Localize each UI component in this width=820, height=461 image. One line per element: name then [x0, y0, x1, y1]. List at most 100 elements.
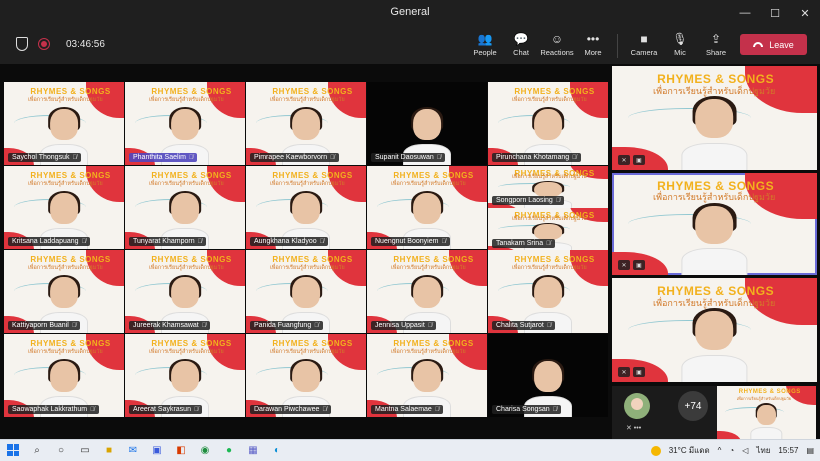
video-feed	[681, 308, 748, 382]
participant-tile[interactable]: RHYMES & SONGSเพื่อการเรียนรู้สำหรับเด็ก…	[125, 82, 245, 165]
slide-brand: RHYMES & SONGS	[272, 86, 353, 96]
edge-icon[interactable]: ◐	[270, 443, 284, 457]
people-label: People	[473, 48, 497, 57]
participant-tile[interactable]: RHYMES & SONGSเพื่อการเรียนรู้สำหรับเด็ก…	[125, 250, 245, 333]
participant-tile[interactable]: RHYMES & SONGSเพื่อการเรียนรู้สำหรับเด็ก…	[367, 334, 487, 417]
person-body	[681, 354, 748, 382]
slide-subtitle: เพื่อการเรียนรู้สำหรับเด็กปฐมวัย	[270, 97, 345, 104]
participant-tile[interactable]: RHYMES & SONGSเพื่อการเรียนรู้สำหรับเด็ก…	[488, 166, 608, 208]
person-face	[292, 361, 320, 393]
participant-name: Pirunchana Khotamang 🎙̸	[492, 153, 581, 162]
participant-tile[interactable]: RHYMES & SONGSเพื่อการเรียนรู้สำหรับเด็ก…	[4, 166, 124, 249]
mail-icon[interactable]: ✉	[126, 443, 140, 457]
file-explorer-icon[interactable]: ■	[102, 443, 116, 457]
leave-label: Leave	[769, 39, 794, 50]
participant-tile[interactable]: RHYMES & SONGSเพื่อการเรียนรู้สำหรับเด็ก…	[125, 166, 245, 249]
participant-tile[interactable]: RHYMES & SONGSเพื่อการเรียนรู้สำหรับเด็ก…	[246, 82, 366, 165]
participant-tile[interactable]: RHYMES & SONGSเพื่อการเรียนรู้สำหรับเด็ก…	[125, 334, 245, 417]
participant-name-text: Mantna Salaemae	[375, 406, 432, 413]
participant-tile[interactable]: RHYMES & SONGSเพื่อการเรียนรู้สำหรับเด็ก…	[4, 82, 124, 165]
mic-off-icon: 🎙̸	[72, 154, 77, 161]
overflow-participants[interactable]: +74 ✕ •••	[612, 386, 717, 439]
tile-controls: ✕ ▣	[618, 260, 645, 270]
clock[interactable]: 15:57	[778, 446, 798, 455]
share-label: Share	[705, 48, 726, 57]
windows-start-icon[interactable]	[6, 443, 20, 457]
shield-icon[interactable]	[16, 37, 28, 51]
weather-text[interactable]: 31°C มีแดด	[669, 444, 710, 457]
participant-tile[interactable]: RHYMES & SONGSเพื่อการเรียนรู้สำหรับเด็ก…	[4, 250, 124, 333]
mic-button[interactable]: 🎙 Mic	[662, 30, 698, 60]
tile-controls: ✕ ▣	[618, 367, 645, 377]
video-feed	[681, 202, 748, 275]
participant-tile[interactable]: RHYMES & SONGSเพื่อการเรียนรู้สำหรับเด็ก…	[367, 82, 487, 165]
video-stage: +74 ✕ ••• RHYMES & SONGS เพื่อการเรียนรู้…	[0, 64, 820, 439]
notification-icon[interactable]: ▤	[806, 446, 814, 455]
wifi-icon[interactable]: ◔	[729, 446, 734, 455]
participant-name: Songporn Laosing 🎙̸	[492, 196, 565, 205]
mic-off-icon: 🎙̸	[552, 406, 558, 413]
more-participants-count[interactable]: +74	[678, 391, 708, 421]
people-button[interactable]: 👥 People	[467, 30, 503, 60]
participant-tile[interactable]: RHYMES & SONGSเพื่อการเรียนรู้สำหรับเด็ก…	[488, 250, 608, 333]
avatar[interactable]	[624, 393, 650, 419]
participant-name: Aungkhana Kladyoo 🎙̸	[250, 237, 329, 246]
participant-tile[interactable]: RHYMES & SONGSเพื่อการเรียนรู้สำหรับเด็ก…	[367, 250, 487, 333]
person-face	[695, 205, 734, 244]
language-indicator[interactable]: ไทย	[756, 444, 770, 457]
pinned-participant-tile[interactable]: RHYMES & SONGS เพื่อการเรียนรู้สำหรับเด็ก…	[612, 278, 817, 382]
pinned-participant-tile[interactable]: RHYMES & SONGS เพื่อการเรียนรู้สำหรับเด็ก…	[612, 66, 817, 170]
more-button[interactable]: ••• More	[575, 30, 611, 60]
person-face	[757, 404, 776, 425]
participant-tile[interactable]: RHYMES & SONGSเพื่อการเรียนรู้สำหรับเด็ก…	[246, 166, 366, 249]
participant-tile[interactable]: RHYMES & SONGSเพื่อการเรียนรู้สำหรับเด็ก…	[367, 166, 487, 249]
meeting-toolbar: 03:46:56 👥 People 💬 Chat ☺ Reactions •••…	[0, 26, 820, 64]
office-icon[interactable]: ◧	[174, 443, 188, 457]
reactions-button[interactable]: ☺ Reactions	[539, 30, 575, 60]
mic-label: Mic	[674, 48, 686, 57]
slide-subtitle: เพื่อการเรียนรู้สำหรับเด็กปฐมวัย	[512, 265, 587, 272]
cortana-icon[interactable]: ○	[54, 443, 68, 457]
slide-brand: RHYMES & SONGS	[151, 86, 232, 96]
participant-tile[interactable]: RHYMES & SONGSเพื่อการเรียนรู้สำหรับเด็ก…	[4, 334, 124, 417]
task-view-icon[interactable]: ▭	[78, 443, 92, 457]
camera-button[interactable]: ■ Camera	[626, 30, 662, 60]
person-face	[292, 193, 320, 225]
recording-icon[interactable]	[38, 38, 50, 50]
slide-subtitle: เพื่อการเรียนรู้สำหรับเด็กปฐมวัย	[270, 265, 345, 272]
leave-button[interactable]: Leave	[740, 34, 807, 55]
participant-tile[interactable]: RHYMES & SONGSเพื่อการเรียนรู้สำหรับเด็ก…	[488, 334, 608, 417]
pinned-participant-tile[interactable]: RHYMES & SONGS เพื่อการเรียนรู้สำหรับเด็ก…	[612, 173, 817, 275]
participant-tile[interactable]: RHYMES & SONGSเพื่อการเรียนรู้สำหรับเด็ก…	[488, 208, 608, 251]
share-button[interactable]: ⇪ Share	[698, 30, 734, 60]
chrome-icon[interactable]: ◉	[198, 443, 212, 457]
spotify-icon[interactable]: ●	[222, 443, 236, 457]
reactions-label: Reactions	[540, 48, 574, 57]
person-body	[750, 426, 783, 439]
slide-subtitle: เพื่อการเรียนรู้สำหรับเด็กปฐมวัย	[736, 396, 792, 401]
search-icon[interactable]: ⌕	[30, 443, 44, 457]
participant-tile[interactable]: RHYMES & SONGSเพื่อการเรียนรู้สำหรับเด็ก…	[246, 334, 366, 417]
tray-chevron-icon[interactable]: ^	[718, 446, 722, 455]
teams-icon[interactable]: ▦	[246, 443, 260, 457]
participant-name: Nuengnut Boonyiem 🎙̸	[371, 237, 450, 246]
people-icon: 👥	[477, 31, 493, 46]
mic-off-icon: 🎙̸	[71, 322, 77, 329]
store-icon[interactable]: ▣	[150, 443, 164, 457]
participant-name-text: Pirunchana Khotamang	[496, 154, 570, 161]
participant-tile[interactable]: RHYMES & SONGSเพื่อการเรียนรู้สำหรับเด็ก…	[488, 82, 608, 165]
slide-subtitle: เพื่อการเรียนรู้สำหรับเด็กปฐมวัย	[149, 97, 224, 104]
person-face	[534, 109, 562, 141]
slide-brand: RHYMES & SONGS	[514, 254, 595, 264]
participant-name-text: Tanakarn Srina	[496, 240, 544, 247]
pinned-participant-tile[interactable]: RHYMES & SONGS เพื่อการเรียนรู้สำหรับเด็ก…	[717, 386, 816, 439]
person-face	[534, 277, 562, 309]
close-button[interactable]: ✕	[790, 0, 820, 26]
participant-tile[interactable]: RHYMES & SONGSเพื่อการเรียนรู้สำหรับเด็ก…	[246, 250, 366, 333]
participant-name: Mantna Salaemae 🎙̸	[371, 405, 444, 414]
volume-icon[interactable]: ◁	[742, 446, 748, 455]
minimize-button[interactable]: —	[730, 0, 760, 26]
slide-subtitle: เพื่อการเรียนรู้สำหรับเด็กปฐมวัย	[149, 265, 224, 272]
chat-button[interactable]: 💬 Chat	[503, 30, 539, 60]
maximize-button[interactable]: ☐	[760, 0, 790, 26]
